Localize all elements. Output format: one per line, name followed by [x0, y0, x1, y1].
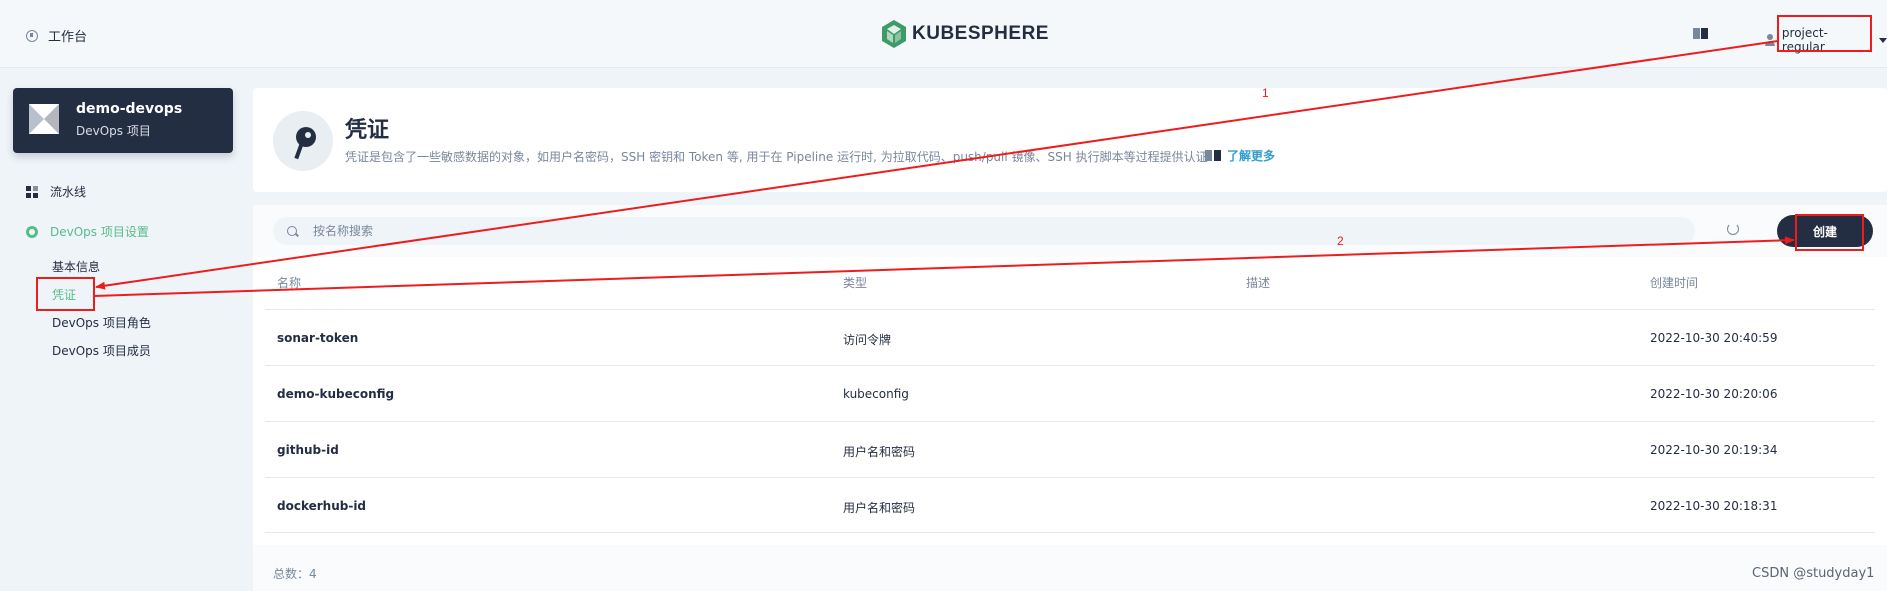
search-input[interactable] [313, 224, 1613, 238]
watermark: CSDN @studyday1 [1752, 566, 1875, 581]
sidebar-item-basic-info[interactable]: 基本信息 [52, 258, 100, 275]
page-title: 凭证 [345, 118, 390, 143]
page-banner: 凭证 凭证是包含了一些敏感数据的对象，如用户名密码，SSH 密钥和 Token … [253, 88, 1887, 192]
project-type: DevOps 项目 [76, 124, 151, 138]
table-row[interactable]: demo-kubeconfig kubeconfig 2022-10-30 20… [265, 365, 1875, 421]
table-row[interactable]: sonar-token 访问令牌 2022-10-30 20:40:59 [265, 309, 1875, 365]
documentation-icon[interactable] [1693, 28, 1708, 39]
credential-type: 用户名和密码 [843, 501, 916, 515]
learn-more-label: 了解更多 [1227, 149, 1276, 163]
sidebar-item-credentials[interactable]: 凭证 [52, 286, 76, 303]
refresh-icon[interactable] [1727, 223, 1739, 235]
column-header-description: 描述 [1246, 276, 1271, 290]
column-header-created[interactable]: 创建时间 [1650, 274, 1698, 291]
credential-name[interactable]: demo-kubeconfig [277, 387, 394, 401]
logo-text: KUBESPHERE [912, 23, 1049, 44]
search-icon [287, 226, 297, 236]
workbench-label: 工作台 [48, 30, 88, 45]
user-icon [1765, 34, 1775, 46]
learn-more-link[interactable]: 了解更多 [1205, 147, 1275, 164]
key-icon [273, 111, 333, 171]
sidebar-item-label: 流水线 [50, 185, 87, 199]
page-description: 凭证是包含了一些敏感数据的对象，如用户名密码，SSH 密钥和 Token 等, … [345, 150, 1208, 164]
total-count: 总数：4 [273, 567, 317, 581]
credential-created: 2022-10-30 20:20:06 [1650, 387, 1778, 401]
credential-type: 用户名和密码 [843, 445, 916, 459]
column-header-type: 类型 [843, 276, 868, 290]
create-button[interactable]: 创建 [1777, 215, 1873, 247]
credential-name[interactable]: sonar-token [277, 331, 358, 345]
column-header-name[interactable]: 名称 [277, 274, 301, 291]
search-box[interactable] [273, 217, 1695, 245]
sidebar-item-devops-settings[interactable]: DevOps 项目设置 [26, 223, 149, 240]
workbench-link[interactable]: 工作台 [26, 26, 87, 45]
annotation-label-2: 2 [1337, 234, 1344, 248]
credential-created: 2022-10-30 20:18:31 [1650, 499, 1778, 513]
chevron-down-icon [1879, 37, 1887, 43]
credential-name[interactable]: github-id [277, 443, 339, 457]
sidebar-item-pipelines[interactable]: 流水线 [26, 183, 86, 200]
table-footer [253, 545, 1887, 591]
table-row[interactable]: dockerhub-id 用户名和密码 2022-10-30 20:18:31 [265, 477, 1875, 533]
project-card[interactable]: demo-devops DevOps 项目 [13, 88, 233, 153]
gear-icon [26, 225, 38, 238]
credential-name[interactable]: dockerhub-id [277, 499, 366, 513]
credential-created: 2022-10-30 20:19:34 [1650, 443, 1778, 457]
sidebar-item-label: DevOps 项目设置 [50, 225, 149, 239]
sidebar-item-devops-roles[interactable]: DevOps 项目角色 [52, 314, 151, 331]
project-icon [29, 104, 59, 134]
project-name: demo-devops [76, 101, 183, 117]
user-menu[interactable]: project-regular [1765, 26, 1887, 54]
credential-type: kubeconfig [843, 387, 909, 401]
kubesphere-logo-icon [882, 20, 906, 48]
credential-type: 访问令牌 [843, 333, 892, 347]
kubesphere-logo[interactable]: KUBESPHERE [882, 20, 1049, 48]
workbench-icon [26, 29, 38, 42]
top-header: 工作台 KUBESPHERE project-regular [0, 0, 1887, 68]
credentials-table: 创建 名称 类型 描述 创建时间 sonar-token 访问令牌 2022-1… [253, 205, 1887, 591]
sidebar-item-devops-members[interactable]: DevOps 项目成员 [52, 342, 151, 359]
user-name: project-regular [1781, 26, 1828, 54]
book-icon [1205, 150, 1221, 161]
grid-icon [26, 185, 38, 198]
table-row[interactable]: github-id 用户名和密码 2022-10-30 20:19:34 [265, 421, 1875, 477]
annotation-label-1: 1 [1262, 86, 1269, 100]
credential-created: 2022-10-30 20:40:59 [1650, 331, 1778, 345]
